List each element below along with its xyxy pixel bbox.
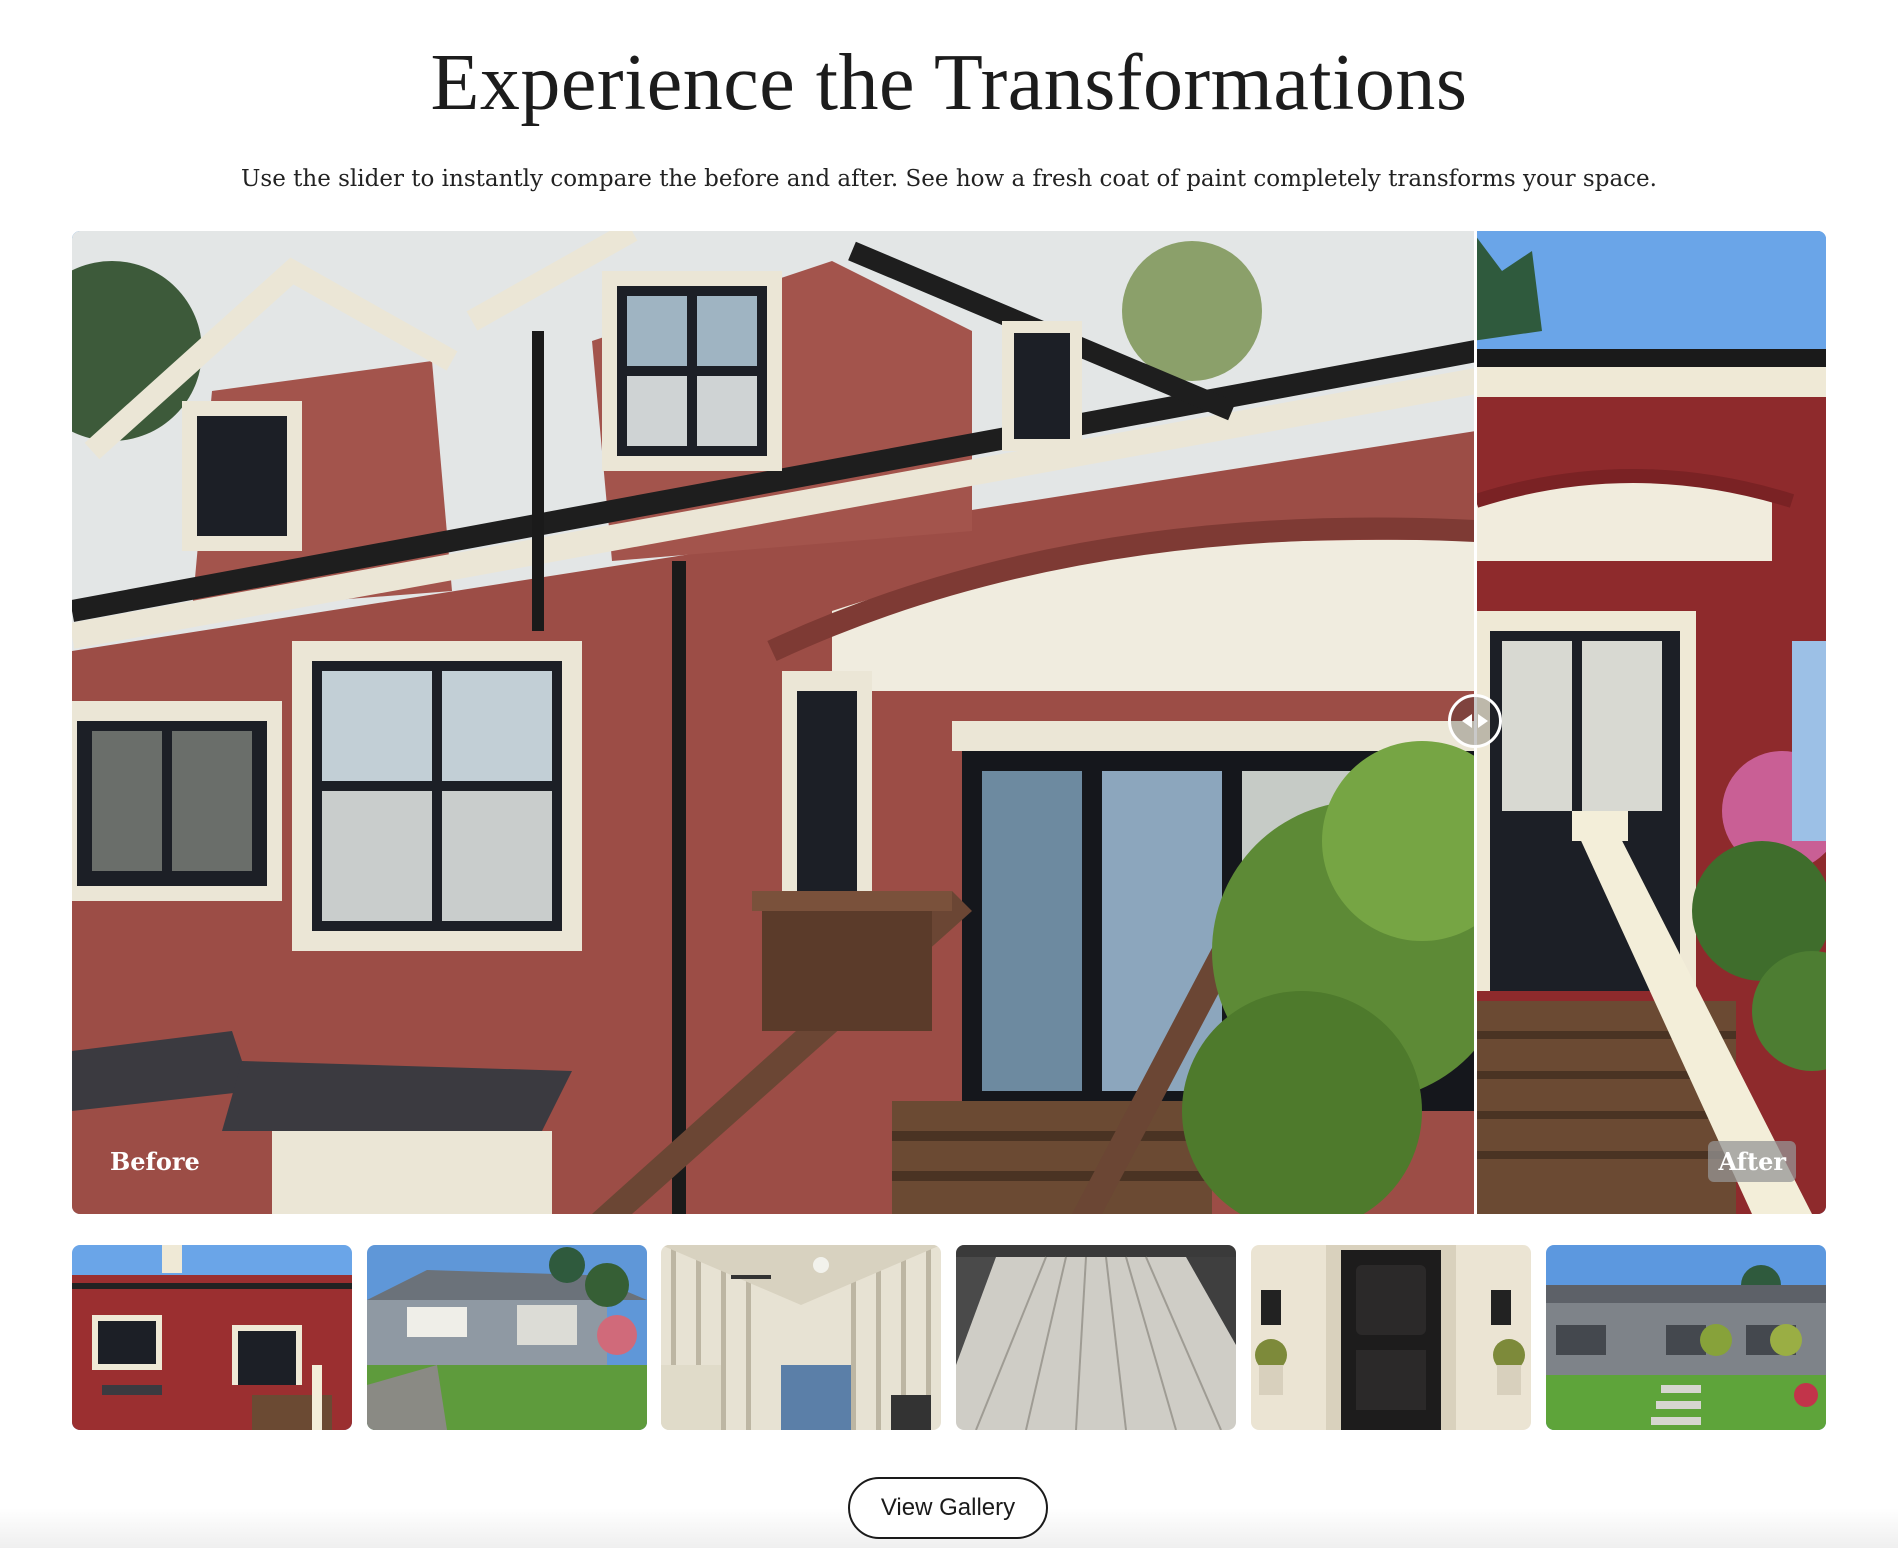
thumbnail-strip — [72, 1245, 1826, 1430]
view-gallery-button[interactable]: View Gallery — [848, 1477, 1048, 1539]
after-label: After — [1708, 1141, 1796, 1182]
thumbnail-painted-deck-boards[interactable] — [956, 1245, 1236, 1430]
section-title: Experience the Transformations — [430, 39, 1468, 127]
thumbnail-striped-interior-ceiling[interactable] — [661, 1245, 941, 1430]
thumbnail-red-shingle-house[interactable] — [72, 1245, 352, 1430]
slider-handle[interactable] — [1448, 694, 1502, 748]
before-label: Before — [110, 1147, 200, 1176]
thumbnail-black-front-door[interactable] — [1251, 1245, 1531, 1430]
section-subtitle: Use the slider to instantly compare the … — [241, 166, 1657, 192]
thumbnail-grey-bungalow[interactable] — [367, 1245, 647, 1430]
before-after-slider[interactable]: Before After — [72, 231, 1826, 1214]
thumbnail-modern-grey-house[interactable] — [1546, 1245, 1826, 1430]
before-image — [72, 231, 1475, 1214]
drag-arrows-icon — [1462, 714, 1488, 728]
